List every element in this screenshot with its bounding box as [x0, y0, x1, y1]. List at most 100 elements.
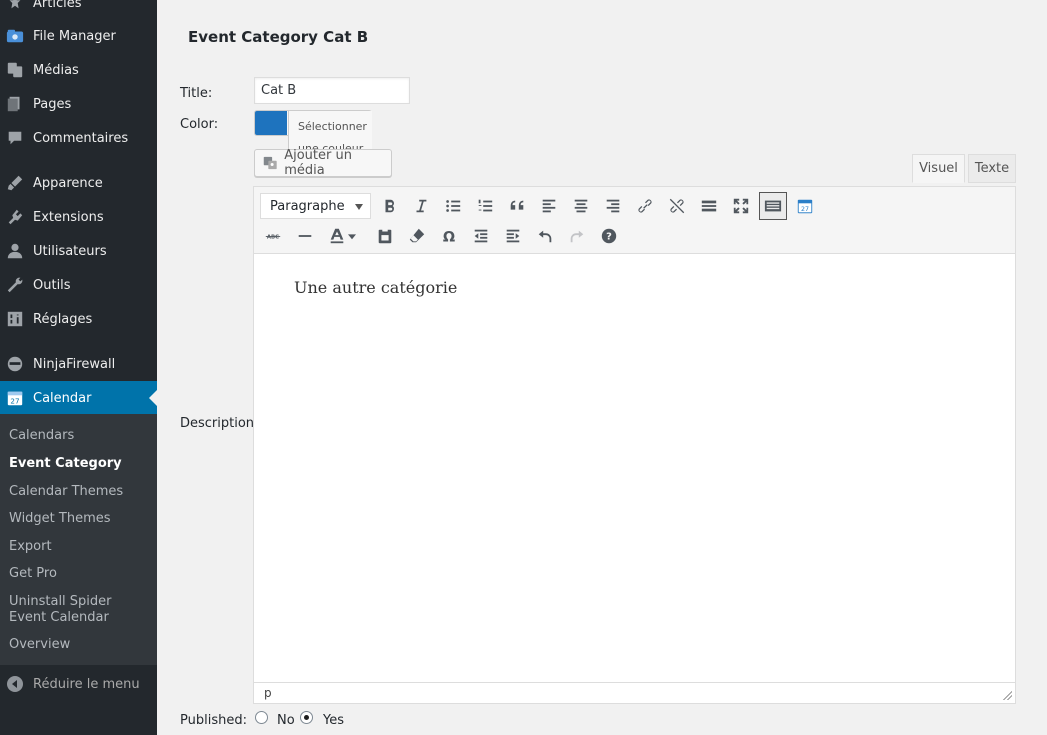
special-character-button[interactable]: Ω — [435, 222, 463, 250]
submenu-get-pro[interactable]: Get Pro — [9, 566, 149, 582]
undo-button[interactable] — [531, 222, 559, 250]
menu-item-users[interactable]: Utilisateurs — [0, 234, 157, 268]
menu-item-articles[interactable]: Articles — [0, 0, 157, 20]
add-media-button[interactable]: Ajouter un média — [254, 148, 392, 178]
align-left-icon — [542, 199, 556, 213]
active-arrow — [149, 390, 157, 406]
horizontal-line-button[interactable] — [291, 222, 319, 250]
submenu-widget-themes[interactable]: Widget Themes — [9, 511, 149, 527]
align-right-button[interactable] — [599, 192, 627, 220]
blockquote-button[interactable] — [503, 192, 531, 220]
rich-text-editor: Paragraphe 27 ABC Ω ? Une autre catégori… — [253, 186, 1016, 704]
align-left-button[interactable] — [535, 192, 563, 220]
comments-icon — [5, 128, 25, 148]
menu-item-extensions[interactable]: Extensions — [0, 200, 157, 234]
title-input[interactable] — [254, 77, 410, 104]
numbered-list-button[interactable] — [471, 192, 499, 220]
menu-label: Utilisateurs — [33, 243, 107, 259]
menu-item-comments[interactable]: Commentaires — [0, 121, 157, 155]
menu-item-file-manager[interactable]: File Manager — [0, 19, 157, 53]
appearance-icon — [5, 173, 25, 193]
admin-sidebar: Articles File Manager Médias Pages Comme… — [0, 0, 157, 735]
file-manager-icon — [5, 26, 25, 46]
submenu-export[interactable]: Export — [9, 539, 149, 555]
clear-formatting-button[interactable] — [403, 222, 431, 250]
submenu-calendars[interactable]: Calendars — [9, 428, 149, 444]
bold-icon — [385, 199, 394, 213]
editor-content-area[interactable]: Une autre catégorie — [254, 254, 1015, 682]
editor-statusbar: p — [254, 682, 1015, 703]
align-center-button[interactable] — [567, 192, 595, 220]
svg-text:27: 27 — [10, 396, 19, 405]
menu-label: Commentaires — [33, 130, 129, 146]
clipboard-icon — [378, 227, 392, 244]
menu-label: Outils — [33, 277, 71, 293]
menu-item-pages[interactable]: Pages — [0, 87, 157, 121]
toolbar-toggle-button[interactable] — [759, 192, 787, 220]
tab-visual[interactable]: Visuel — [912, 154, 965, 183]
description-label: Description: — [180, 416, 259, 431]
menu-item-settings[interactable]: Réglages — [0, 302, 157, 336]
collapse-menu-button[interactable]: Réduire le menu — [0, 668, 157, 700]
outdent-button[interactable] — [467, 222, 495, 250]
plugins-icon — [5, 207, 25, 227]
text-color-dropdown[interactable] — [344, 222, 360, 250]
menu-item-medias[interactable]: Médias — [0, 53, 157, 87]
svg-text:ABC: ABC — [267, 235, 279, 241]
format-select[interactable]: Paragraphe — [260, 193, 371, 219]
published-no-radio[interactable] — [255, 711, 268, 724]
media-icon — [5, 60, 25, 80]
insert-calendar-button[interactable]: 27 — [791, 192, 819, 220]
read-more-button[interactable] — [695, 192, 723, 220]
published-yes-radio[interactable] — [300, 711, 313, 724]
ninja-icon — [5, 354, 25, 374]
chevron-down-icon — [348, 234, 356, 240]
eraser-icon — [409, 228, 425, 243]
italic-icon — [416, 199, 427, 213]
menu-item-tools[interactable]: Outils — [0, 268, 157, 302]
element-path[interactable]: p — [264, 686, 272, 700]
redo-button[interactable] — [563, 222, 591, 250]
menu-label: File Manager — [33, 28, 116, 44]
italic-button[interactable] — [407, 192, 435, 220]
tab-text[interactable]: Texte — [968, 154, 1016, 183]
calendar-submenu: Calendars Event Category Calendar Themes… — [0, 414, 157, 665]
menu-item-calendar[interactable]: 27 Calendar — [0, 381, 157, 415]
link-icon — [638, 199, 652, 213]
bullet-list-button[interactable] — [439, 192, 467, 220]
submenu-event-category[interactable]: Event Category — [9, 456, 149, 472]
unlink-button[interactable] — [663, 192, 691, 220]
submenu-uninstall[interactable]: Uninstall Spider Event Calendar — [9, 594, 149, 626]
submenu-calendar-themes[interactable]: Calendar Themes — [9, 484, 149, 500]
calendar-icon: 27 — [5, 388, 25, 408]
tools-icon — [5, 275, 25, 295]
color-picker-button[interactable]: Sélectionner une couleur — [254, 110, 372, 155]
fullscreen-button[interactable] — [727, 192, 755, 220]
undo-icon — [538, 230, 552, 243]
paste-text-button[interactable] — [371, 222, 399, 250]
bold-button[interactable] — [376, 192, 404, 220]
settings-icon — [5, 309, 25, 329]
svg-text:Ω: Ω — [443, 229, 455, 245]
pages-icon — [5, 94, 25, 114]
color-swatch — [255, 111, 287, 135]
bullet-list-icon — [446, 200, 461, 212]
color-label: Color: — [180, 117, 219, 132]
strikethrough-button[interactable]: ABC — [259, 222, 287, 250]
resize-handle[interactable] — [1002, 690, 1012, 700]
menu-label: Calendar — [33, 390, 92, 406]
published-no-label: No — [277, 713, 295, 728]
strikethrough-icon: ABC — [265, 235, 281, 241]
insert-link-button[interactable] — [631, 192, 659, 220]
menu-item-ninjafirewall[interactable]: NinjaFirewall — [0, 347, 157, 381]
menu-item-appearance[interactable]: Apparence — [0, 166, 157, 200]
menu-label: Apparence — [33, 175, 103, 191]
help-button[interactable]: ? — [595, 222, 623, 250]
redo-icon — [570, 230, 584, 243]
indent-button[interactable] — [499, 222, 527, 250]
indent-icon — [506, 229, 520, 243]
omega-icon: Ω — [443, 229, 455, 245]
submenu-overview[interactable]: Overview — [9, 637, 149, 653]
numbered-list-icon — [478, 199, 493, 212]
keyboard-icon — [764, 200, 782, 212]
